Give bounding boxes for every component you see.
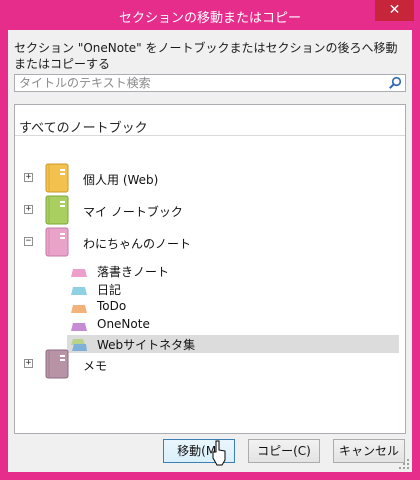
section-label[interactable]: Webサイトネタ集 — [97, 336, 195, 353]
expand-toggle[interactable]: + — [24, 173, 33, 182]
title-bar: セクションの移動またはコピー ✕ — [0, 0, 420, 30]
notebook-label[interactable]: 個人用 (Web) — [83, 171, 158, 188]
collapse-toggle[interactable]: − — [24, 237, 33, 246]
tree-header: すべてのノートブック — [19, 121, 148, 136]
notebook-icon — [45, 163, 69, 193]
mouse-pointer-icon — [212, 440, 226, 466]
notebook-icon — [45, 349, 69, 379]
search-icon[interactable] — [388, 76, 402, 90]
search-input[interactable] — [19, 75, 379, 91]
divider — [15, 135, 405, 136]
section-label[interactable]: 落書きノート — [97, 263, 169, 280]
notebook-label[interactable]: マイ ノートブック — [83, 203, 183, 220]
section-tab-icon — [71, 269, 87, 277]
section-label[interactable]: ToDo — [97, 299, 126, 313]
notebook-label[interactable]: メモ — [83, 357, 107, 374]
section-label[interactable]: 日記 — [97, 281, 121, 298]
notebook-tree[interactable]: すべてのノートブック + 個人用 (Web) + マイ ノートブック − わにち… — [14, 104, 406, 434]
notebook-label[interactable]: わにちゃんのノート — [83, 235, 191, 252]
close-icon: ✕ — [388, 2, 401, 18]
section-tab-icon — [71, 287, 87, 295]
notebook-icon — [45, 227, 69, 257]
section-group-icon — [71, 339, 87, 351]
dialog-window: セクションの移動またはコピー ✕ セクション "OneNote" をノートブック… — [0, 0, 420, 480]
section-tab-icon — [71, 323, 87, 331]
copy-button[interactable]: コピー(C) — [248, 439, 320, 463]
section-tab-icon — [71, 305, 87, 313]
expand-toggle[interactable]: + — [24, 359, 33, 368]
close-button[interactable]: ✕ — [375, 0, 414, 21]
notebook-icon — [45, 195, 69, 225]
window-title: セクションの移動またはコピー — [118, 11, 301, 26]
dialog-body: セクション "OneNote" をノートブックまたはセクションの後ろへ移動または… — [8, 30, 412, 472]
cancel-button[interactable]: キャンセル — [333, 439, 405, 463]
expand-toggle[interactable]: + — [24, 205, 33, 214]
search-box[interactable] — [14, 74, 406, 92]
section-label[interactable]: OneNote — [97, 317, 150, 331]
resize-grip-icon[interactable] — [398, 458, 410, 470]
instruction-line: セクション "OneNote" をノートブックまたはセクションの後ろへ移動または… — [14, 41, 398, 71]
